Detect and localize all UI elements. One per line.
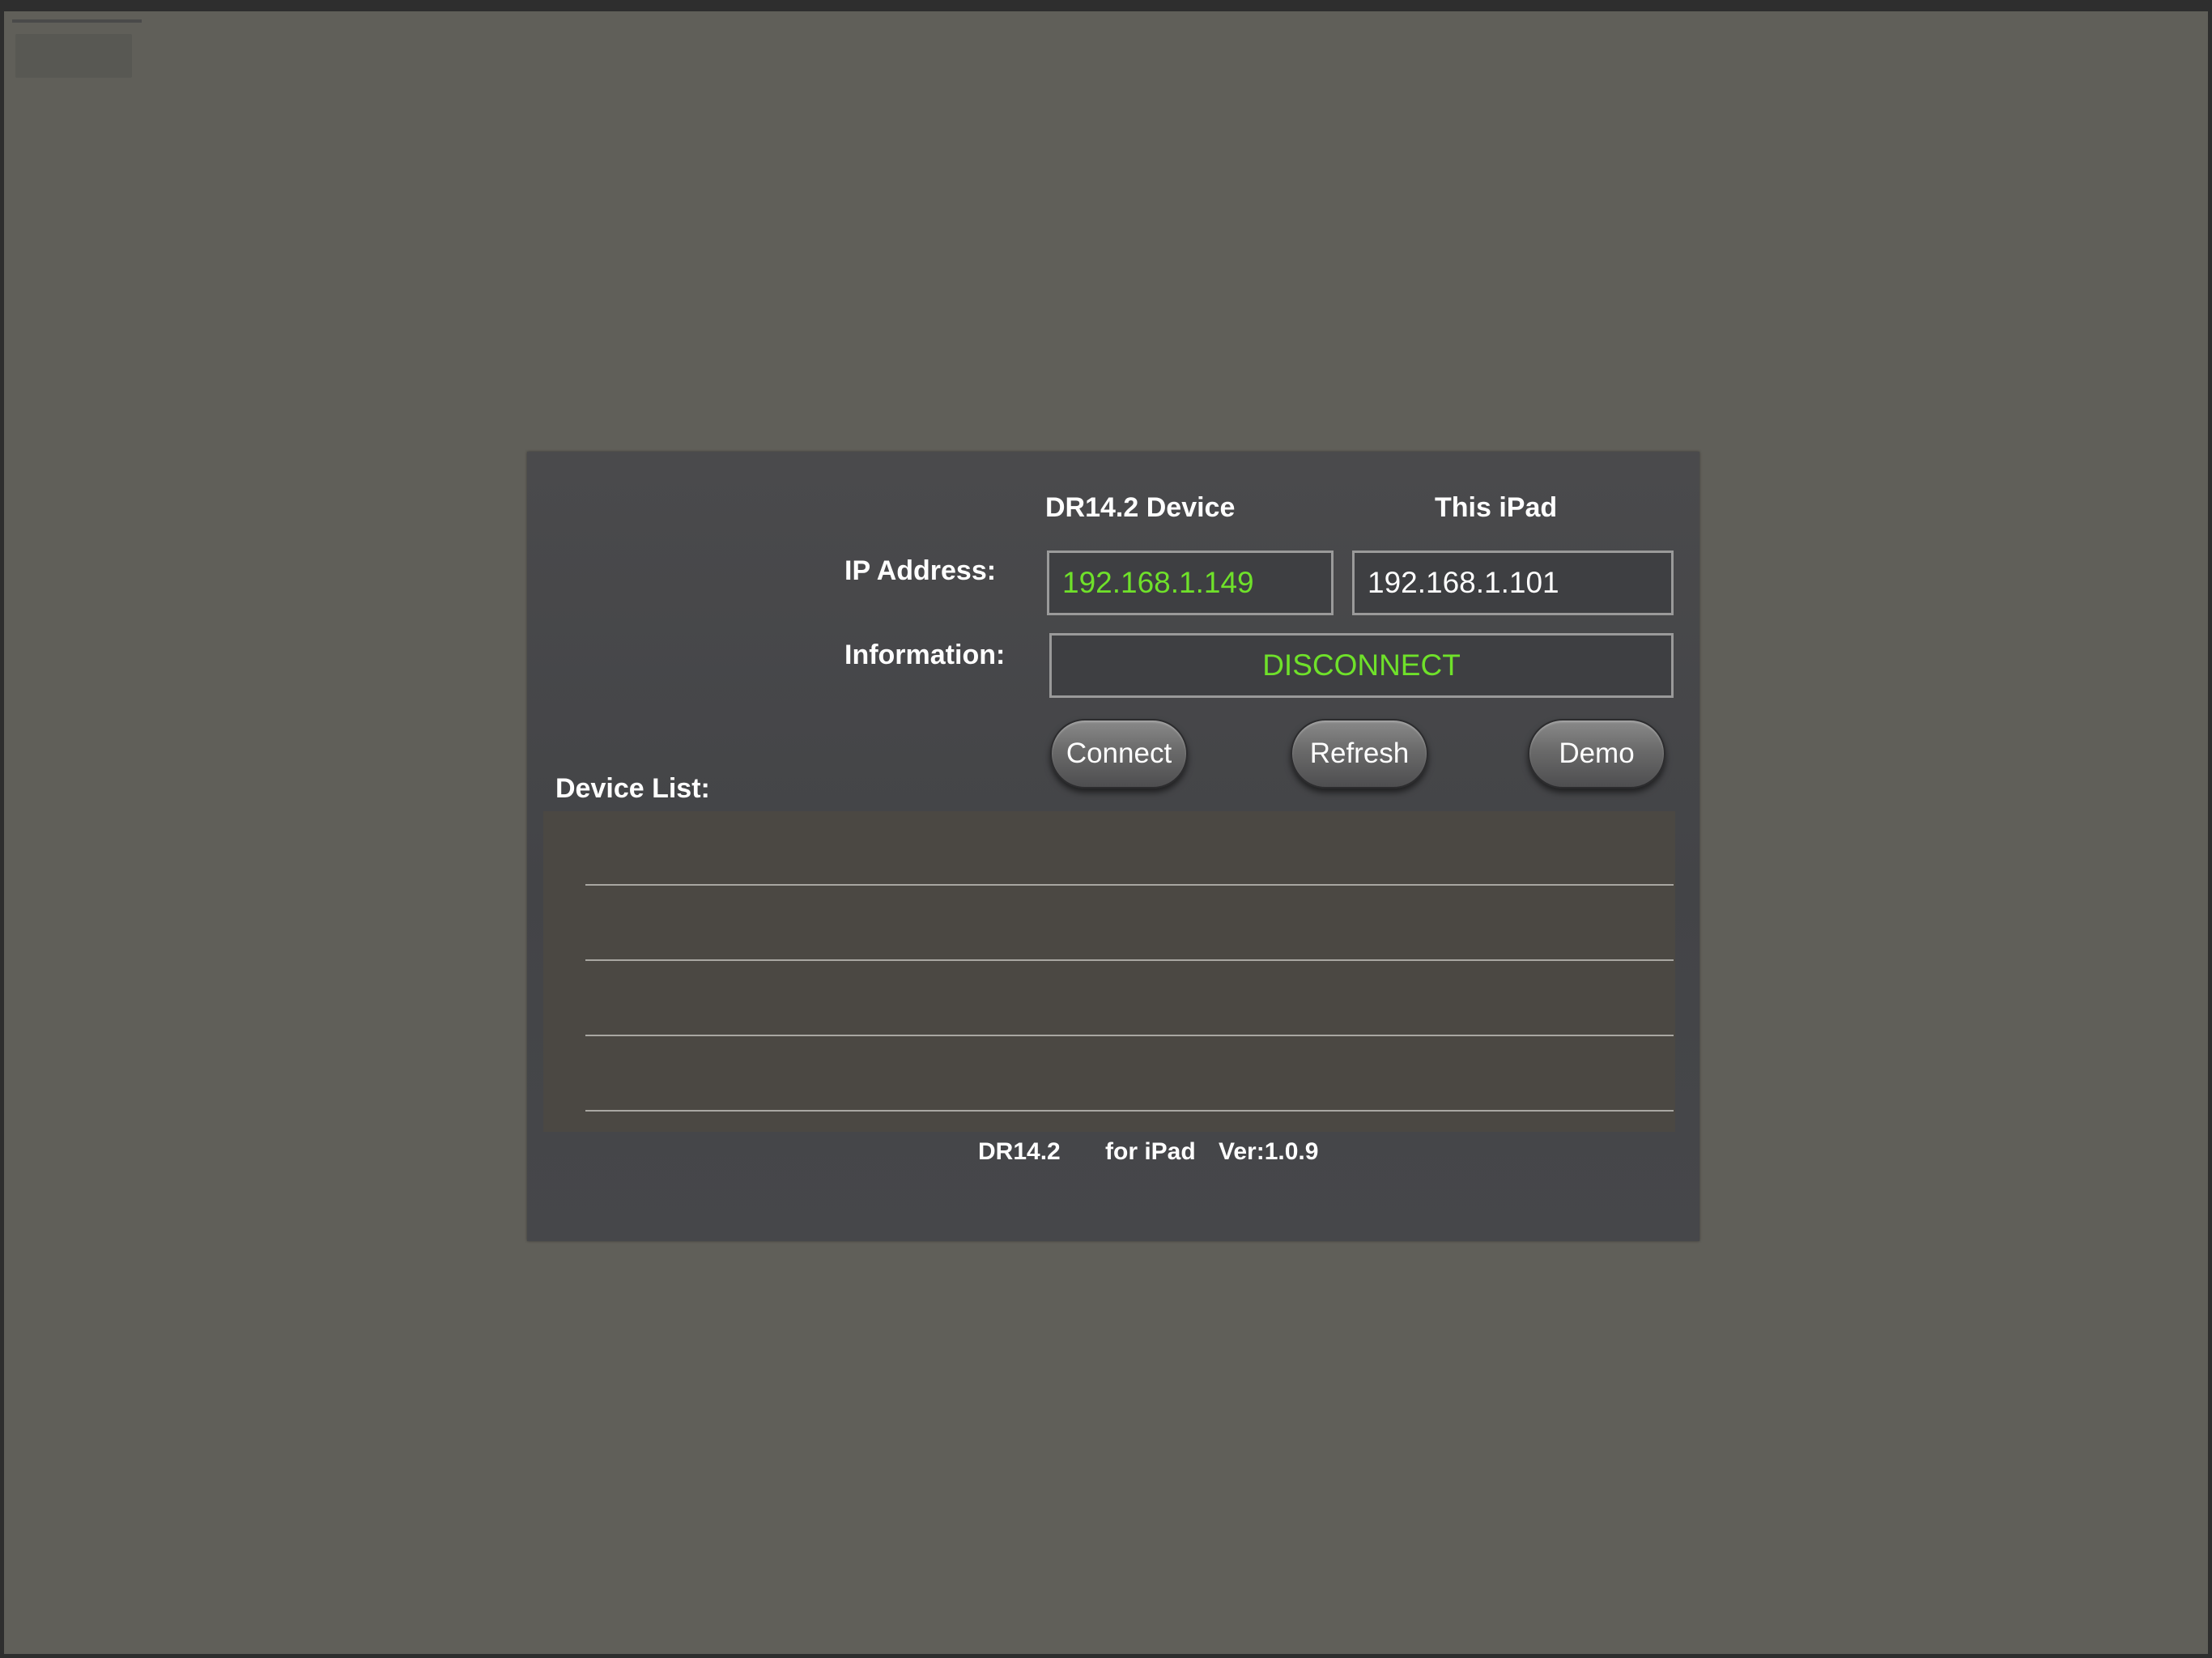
list-row-divider [585, 959, 1674, 961]
status-display: DISCONNECT [1049, 633, 1674, 698]
ip-address-label: IP Address: [844, 555, 997, 586]
footer-version: Ver:1.0.9 [1219, 1138, 1319, 1165]
app-screen: DR14.2 Device This iPad IP Address: 192.… [0, 0, 2212, 1658]
refresh-button[interactable]: Refresh [1291, 719, 1428, 789]
top-indicator [12, 19, 142, 23]
list-row-divider [585, 884, 1674, 886]
demo-button[interactable]: Demo [1528, 719, 1665, 789]
footer-platform: for iPad [1105, 1138, 1196, 1165]
device-list[interactable] [543, 811, 1675, 1132]
connect-button[interactable]: Connect [1050, 719, 1188, 789]
device-column-header: DR14.2 Device [1045, 492, 1236, 523]
connection-dialog: DR14.2 Device This iPad IP Address: 192.… [527, 452, 1699, 1241]
device-ip-field[interactable]: 192.168.1.149 [1047, 551, 1334, 615]
device-list-label: Device List: [555, 773, 710, 804]
information-label: Information: [844, 640, 1006, 670]
footer-model: DR14.2 [978, 1138, 1061, 1165]
ipad-ip-field[interactable]: 192.168.1.101 [1352, 551, 1674, 615]
list-row-divider [585, 1035, 1674, 1036]
list-row-divider [585, 1110, 1674, 1112]
corner-placeholder [15, 34, 132, 78]
ipad-column-header: This iPad [1435, 492, 1558, 523]
